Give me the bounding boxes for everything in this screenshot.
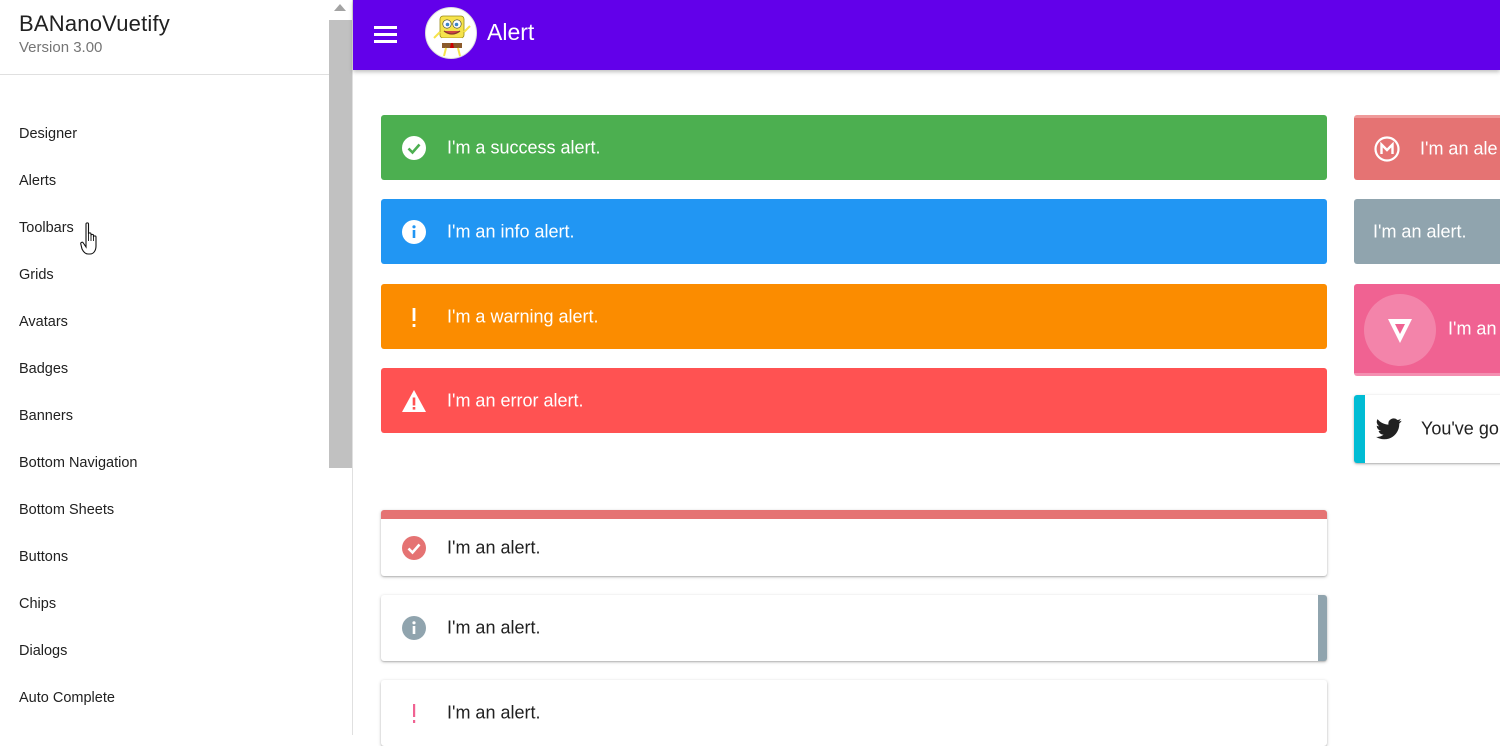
border-left-alert: I'm an alert. (381, 680, 1327, 746)
exclamation-icon (401, 304, 427, 330)
plain-alert-grey: I'm an alert. (1354, 199, 1500, 264)
nav-list: Designer Alerts Toolbars Grids Avatars B… (0, 111, 329, 722)
app-title: BANanoVuetify (19, 11, 170, 36)
app-bar: Alert (353, 0, 1500, 70)
nav-item-grids[interactable]: Grids (0, 252, 329, 299)
nav-item-auto-complete[interactable]: Auto Complete (0, 675, 329, 722)
drawer-header: BANanoVuetify Version 3.00 (0, 0, 329, 75)
nav-item-bottom-navigation[interactable]: Bottom Navigation (0, 440, 329, 487)
alert-text: I'm an error alert. (447, 390, 584, 410)
scroll-up-arrow-icon[interactable] (334, 4, 346, 11)
nav-item-dialogs[interactable]: Dialogs (0, 628, 329, 675)
nav-item-toolbars[interactable]: Toolbars (0, 205, 329, 252)
exclamation-icon (401, 700, 427, 726)
nav-item-buttons[interactable]: Buttons (0, 534, 329, 581)
material-design-icon (1374, 136, 1400, 162)
nav-item-avatars[interactable]: Avatars (0, 299, 329, 346)
alert-text: I'm an (1448, 318, 1497, 338)
alert-text: I'm an ale (1420, 138, 1498, 159)
page-title: Alert (487, 19, 535, 45)
nav-item-banners[interactable]: Banners (0, 393, 329, 440)
nav-item-badges[interactable]: Badges (0, 346, 329, 393)
menu-icon[interactable] (374, 23, 398, 47)
alert-text: I'm an alert. (447, 702, 541, 723)
nav-item-alerts[interactable]: Alerts (0, 158, 329, 205)
alert-text: I'm an alert. (447, 537, 541, 557)
info-icon (401, 615, 427, 641)
warning-triangle-icon (401, 388, 427, 414)
warning-alert: I'm a warning alert. (381, 284, 1327, 349)
app-version: Version 3.00 (19, 39, 103, 56)
nav-item-bottom-sheets[interactable]: Bottom Sheets (0, 487, 329, 534)
alert-text: I'm an alert. (447, 617, 541, 638)
navigation-drawer: BANanoVuetify Version 3.00 Designer Aler… (0, 0, 353, 735)
alert-text: I'm an info alert. (447, 221, 575, 241)
hand-cursor-icon (80, 222, 97, 255)
alert-text: I'm an alert. (1373, 221, 1467, 241)
success-alert: I'm a success alert. (381, 115, 1327, 180)
info-icon (401, 219, 427, 245)
icon-alert-red: I'm an ale (1354, 115, 1500, 180)
nav-item-chips[interactable]: Chips (0, 581, 329, 628)
twitter-icon (1376, 416, 1402, 442)
scrollbar-thumb[interactable] (329, 20, 352, 468)
alert-text: I'm a success alert. (447, 137, 601, 157)
check-circle-icon (401, 135, 427, 161)
prominent-alert-pink: I'm an (1354, 284, 1500, 376)
colored-border-alert-cyan: You've go (1354, 395, 1500, 463)
border-right-alert: I'm an alert. (381, 595, 1327, 661)
info-alert: I'm an info alert. (381, 199, 1327, 264)
error-alert: I'm an error alert. (381, 368, 1327, 433)
vuetify-icon (1364, 294, 1436, 366)
alert-text: I'm a warning alert. (447, 306, 599, 326)
alert-text: You've go (1421, 418, 1499, 439)
drawer-scrollbar[interactable] (329, 0, 352, 735)
spongebob-avatar[interactable] (425, 7, 477, 59)
border-top-alert: I'm an alert. (381, 510, 1327, 576)
check-circle-icon (401, 535, 427, 561)
nav-item-designer[interactable]: Designer (0, 111, 329, 158)
